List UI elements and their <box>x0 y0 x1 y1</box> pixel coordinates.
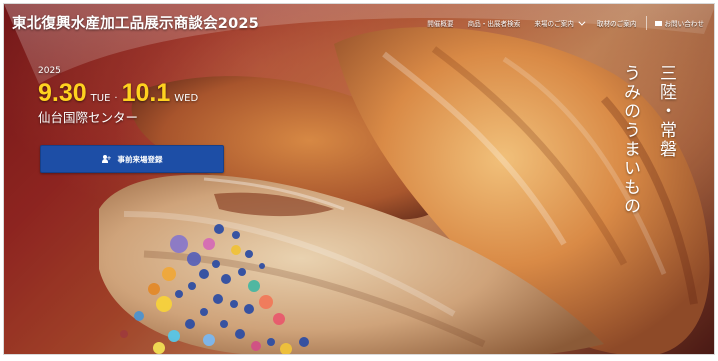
nav-exhibitor-search-label: 商品・出展者検索 <box>467 20 521 28</box>
hero-fish-photo <box>4 4 714 354</box>
nav-overview-label: 開催概要 <box>427 20 454 28</box>
site-header: 東北復興水産加工品展示商談会2025 開催概要 商品・出展者検索 来場のご案内 … <box>4 4 714 38</box>
pre-registration-label: 事前来場登録 <box>117 154 163 164</box>
event-dow-start: TUE <box>90 93 111 104</box>
event-dow-end: WED <box>174 93 199 104</box>
mail-icon <box>655 20 663 26</box>
nav-press-guide[interactable]: 取材のご案内 <box>597 18 637 28</box>
site-logo[interactable]: 東北復興水産加工品展示商談会2025 <box>12 12 259 33</box>
page-frame: 東北復興水産加工品展示商談会2025 開催概要 商品・出展者検索 来場のご案内 … <box>3 3 715 355</box>
nav-contact[interactable]: お問い合わせ <box>655 18 704 28</box>
tagline-slogan: うみのうまいもの <box>620 64 640 216</box>
event-dates: 9.30 TUE · 10.1 WED <box>38 80 202 106</box>
tagline-region: 三陸・常磐 <box>656 64 676 159</box>
event-date-separator: · <box>114 93 118 104</box>
event-info: 2025 9.30 TUE · 10.1 WED 仙台国際センター <box>38 66 202 125</box>
nav-overview[interactable]: 開催概要 <box>427 18 453 28</box>
event-date-end: 10.1 <box>121 79 171 107</box>
nav-contact-label: お問い合わせ <box>664 20 704 28</box>
nav-visitor-guide-label: 来場のご案内 <box>534 20 574 28</box>
chevron-down-icon <box>578 18 586 26</box>
nav-press-guide-label: 取材のご案内 <box>596 20 637 28</box>
main-nav: 開催概要 商品・出展者検索 来場のご案内 取材のご案内 お問い合わせ <box>427 16 704 30</box>
event-venue: 仙台国際センター <box>38 110 139 125</box>
nav-divider <box>646 16 648 30</box>
event-year: 2025 <box>38 66 61 76</box>
nav-visitor-guide[interactable]: 来場のご案内 <box>534 18 586 28</box>
event-date-start: 9.30 <box>38 79 87 107</box>
nav-exhibitor-search[interactable]: 商品・出展者検索 <box>468 18 521 28</box>
pre-registration-button[interactable]: + 事前来場登録 <box>40 145 224 173</box>
user-plus-icon: + <box>101 155 112 163</box>
